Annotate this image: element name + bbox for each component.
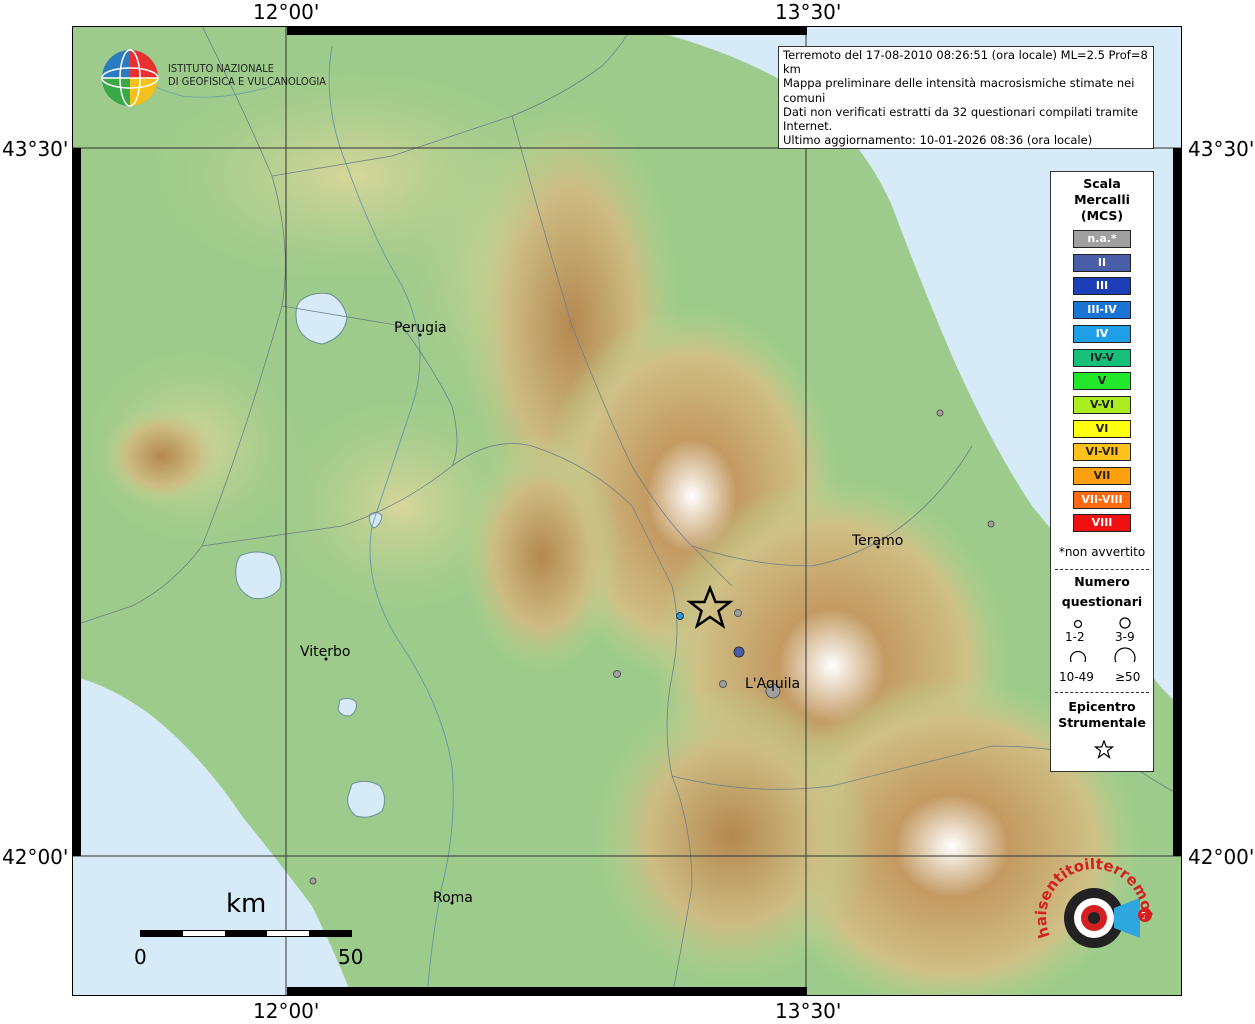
map-border (72, 26, 1182, 996)
size-label-3: 10-49 (1059, 670, 1094, 684)
legend-title-2: Mercalli (1074, 192, 1130, 207)
legend-class-iv: IV (1073, 324, 1131, 343)
legend-class-v: V (1073, 372, 1131, 391)
scale-bar (140, 930, 352, 937)
info-line-2: Mappa preliminare delle intensità macros… (783, 76, 1135, 105)
event-info-box: Terremoto del 17-08-2010 08:26:51 (ora l… (778, 46, 1154, 150)
size-label-2: 3-9 (1115, 630, 1135, 644)
legend-na-note: *non avvertito (1058, 545, 1146, 559)
legend-epi-2: Strumentale (1058, 715, 1146, 730)
city-label-teramo: Teramo (852, 533, 904, 549)
legend-title-3: (MCS) (1080, 208, 1124, 223)
legend-class-iii: III (1073, 277, 1131, 296)
legend-class-iii-iv: III-IV (1073, 301, 1131, 320)
scale-unit: km (226, 889, 267, 919)
ingv-logo (100, 48, 162, 108)
info-line-4: Ultimo aggiornamento: 10-01-2026 08:36 (… (783, 133, 1093, 148)
info-line-3: Dati non verificati estratti da 32 quest… (783, 104, 1139, 134)
mercalli-legend: Scala Mercalli (MCS) n.a.* II III III-IV IV I… (1050, 171, 1154, 772)
legend-divider (1055, 569, 1149, 570)
legend-class-vii-viii: VII-VIII (1073, 490, 1131, 509)
lat-label-left-bottom: 42°00' (2, 845, 69, 869)
legend-epi-1: Epicentro (1068, 699, 1136, 714)
org-line-2: DI GEOFISICA E VULCANOLOGIA (168, 75, 327, 88)
legend-class-n-a-: n.a.* (1073, 230, 1131, 248)
size-label-1: 1-2 (1065, 630, 1085, 644)
lon-label-top-right: 13°30' (775, 0, 842, 24)
org-line-1: ISTITUTO NAZIONALE (168, 62, 275, 75)
legend-class-vii: VII (1073, 467, 1131, 485)
legend-numero-2: questionari (1061, 594, 1143, 609)
city-label-laquila: L'Aquila (745, 676, 801, 692)
lon-label-bottom-right: 13°30' (775, 999, 842, 1023)
lon-label-top-left: 12°00' (253, 0, 320, 24)
legend-divider (1055, 692, 1149, 693)
size-label-4: ≥50 (1115, 670, 1141, 684)
lon-label-bottom-left: 12°00' (253, 999, 320, 1023)
legend-numero-1: Numero (1074, 574, 1130, 589)
legend-class-ii: II (1073, 253, 1131, 272)
city-label-roma: Roma (433, 890, 473, 906)
scale-max: 50 (338, 945, 364, 969)
info-line-1: Terremoto del 17-08-2010 08:26:51 (ora l… (783, 48, 1148, 77)
hai-sentito-badge: ? haisentitoilterremoto.it (1025, 844, 1160, 978)
legend-class-iv-v: IV-V (1073, 348, 1131, 367)
ingv-logo-text: ISTITUTO NAZIONALE DI GEOFISICA E VULCAN… (168, 62, 326, 88)
legend-title-1: Scala (1083, 176, 1121, 191)
lat-label-right-top: 43°30' (1188, 137, 1255, 161)
legend-class-v-vi: V-VI (1073, 395, 1131, 414)
legend-star-icon (1094, 740, 1114, 760)
legend-class-vi: VI (1073, 419, 1131, 438)
city-label-perugia: Perugia (394, 320, 447, 336)
lat-label-right-bottom: 42°00' (1188, 845, 1255, 869)
legend-class-viii: VIII (1073, 514, 1131, 533)
city-label-viterbo: Viterbo (300, 644, 351, 660)
lat-label-left-top: 43°30' (2, 137, 69, 161)
legend-class-vi-vii: VI-VII (1073, 443, 1131, 462)
scale-min: 0 (134, 945, 147, 969)
